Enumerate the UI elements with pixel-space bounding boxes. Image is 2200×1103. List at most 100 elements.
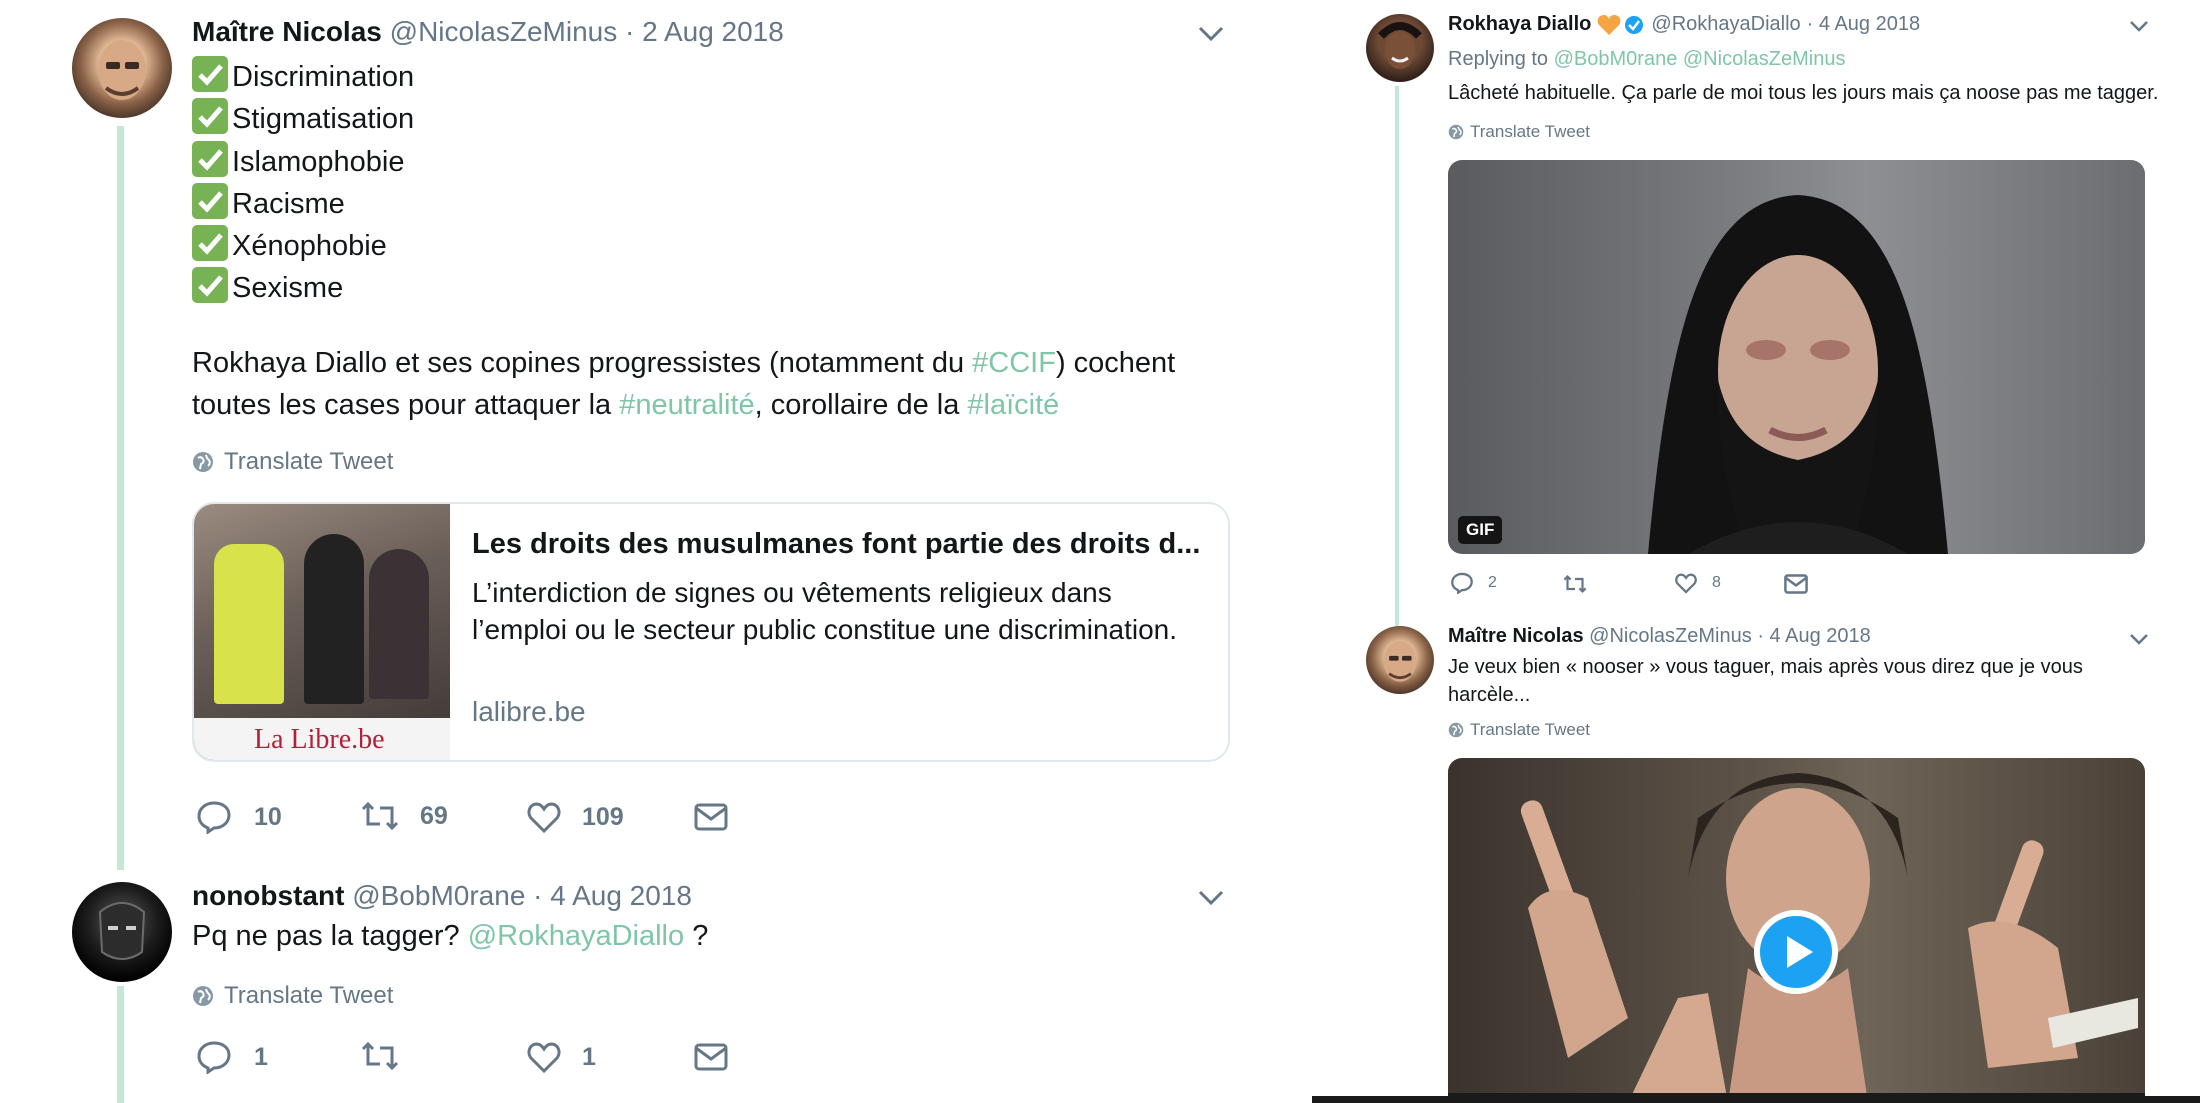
avatar-face-icon bbox=[1378, 22, 1422, 69]
thread-line bbox=[117, 986, 124, 1103]
translate-tweet-link[interactable]: Translate Tweet bbox=[192, 448, 393, 476]
checklist-item: Racisme bbox=[192, 182, 414, 225]
right-thread-panel: Rokhaya Diallo @RokhayaDiallo · 4 Aug 20… bbox=[1312, 0, 2200, 1103]
play-icon bbox=[1787, 936, 1813, 968]
like-button[interactable]: 1 bbox=[526, 1040, 596, 1074]
hashtag-link[interactable]: #laïcité bbox=[967, 389, 1059, 421]
checklist: Discrimination Stigmatisation Islamophob… bbox=[192, 56, 414, 310]
checkmark-icon bbox=[192, 56, 228, 92]
like-button[interactable]: 8 bbox=[1674, 572, 1721, 594]
message-button[interactable] bbox=[694, 1043, 728, 1071]
avatar[interactable] bbox=[72, 18, 172, 118]
card-domain: lalibre.be bbox=[472, 696, 586, 727]
tweet-body: Rokhaya Diallo et ses copines progressis… bbox=[192, 347, 1176, 421]
card-thumbnail: La Libre.be bbox=[194, 504, 450, 760]
retweet-icon bbox=[361, 801, 399, 831]
tweet-body: Lâcheté habituelle. Ça parle de moi tous… bbox=[1448, 82, 2159, 104]
checkmark-icon bbox=[192, 225, 228, 262]
retweet-icon bbox=[361, 1041, 399, 1071]
video-media[interactable] bbox=[1448, 758, 2145, 1103]
tweet-date[interactable]: · 4 Aug 2018 bbox=[1757, 625, 1870, 647]
checkmark-icon bbox=[192, 182, 228, 219]
left-thread-panel: Maître Nicolas @NicolasZeMinus · 2 Aug 2… bbox=[0, 0, 1310, 1103]
chevron-down-icon[interactable] bbox=[2129, 19, 2149, 33]
card-title: Les droits des musulmanes font partie de… bbox=[472, 528, 1201, 560]
like-icon bbox=[1675, 573, 1697, 594]
checkmark-icon bbox=[192, 98, 228, 135]
globe-icon bbox=[1448, 124, 1464, 140]
globe-icon bbox=[1448, 722, 1464, 738]
reply-button[interactable]: 2 bbox=[1450, 572, 1497, 594]
gif-image bbox=[1648, 195, 1948, 554]
avatar-face-icon bbox=[98, 40, 146, 100]
replying-to: Replying to @BobM0rane @NicolasZeMinus bbox=[1448, 48, 1846, 70]
author-name[interactable]: nonobstant bbox=[192, 880, 344, 911]
avatar-face-icon bbox=[98, 902, 146, 960]
avatar-face-icon bbox=[1383, 640, 1417, 682]
checklist-item: Islamophobie bbox=[192, 140, 414, 183]
reply-button[interactable]: 10 bbox=[196, 800, 282, 834]
checklist-item: Stigmatisation bbox=[192, 98, 414, 140]
la-libre-logo: La Libre.be bbox=[254, 724, 385, 755]
tweet-header: nonobstant @BobM0rane · 4 Aug 2018 bbox=[192, 880, 692, 912]
verified-icon bbox=[1625, 15, 1644, 34]
avatar[interactable] bbox=[1366, 14, 1434, 82]
message-icon bbox=[694, 803, 728, 831]
retweet-button[interactable] bbox=[1562, 574, 1588, 594]
author-name[interactable]: Maître Nicolas bbox=[192, 16, 382, 47]
message-button[interactable] bbox=[694, 803, 728, 831]
chevron-down-icon[interactable] bbox=[2129, 632, 2149, 646]
author-handle[interactable]: @NicolasZeMinus bbox=[1589, 625, 1752, 647]
gif-media[interactable]: GIF bbox=[1448, 160, 2145, 554]
message-icon bbox=[1784, 574, 1808, 594]
thread-line bbox=[117, 126, 124, 870]
tweet-date[interactable]: · 4 Aug 2018 bbox=[1807, 13, 1920, 36]
tweet-date[interactable]: · 2 Aug 2018 bbox=[625, 16, 784, 47]
tweet-header: Rokhaya Diallo @RokhayaDiallo · 4 Aug 20… bbox=[1448, 13, 1920, 36]
chevron-down-icon[interactable] bbox=[1197, 24, 1225, 44]
author-name[interactable]: Maître Nicolas bbox=[1448, 625, 1584, 647]
checkmark-icon bbox=[192, 267, 228, 304]
tweet-body: Je veux bien « nooser » vous taguer, mai… bbox=[1448, 656, 2083, 706]
like-icon bbox=[527, 1042, 561, 1074]
reply-icon bbox=[197, 1041, 231, 1074]
mention-link[interactable]: @BobM0rane @NicolasZeMinus bbox=[1554, 48, 1846, 70]
reply-button[interactable]: 1 bbox=[196, 1040, 268, 1074]
link-preview-card[interactable]: La Libre.be Les droits des musulmanes fo… bbox=[192, 502, 1230, 762]
like-button[interactable]: 109 bbox=[526, 800, 624, 834]
author-handle[interactable]: @BobM0rane bbox=[352, 880, 525, 911]
mention-link[interactable]: @RokhayaDiallo bbox=[468, 920, 684, 952]
tweet-header: Maître Nicolas @NicolasZeMinus · 4 Aug 2… bbox=[1448, 625, 1871, 648]
card-description: L’interdiction de signes ou vêtements re… bbox=[472, 577, 1178, 645]
reply-icon bbox=[1451, 572, 1473, 594]
retweet-button[interactable]: 69 bbox=[360, 800, 448, 832]
tweet-body: Pq ne pas la tagger? @RokhayaDiallo ? bbox=[192, 920, 709, 952]
thread-line bbox=[1395, 86, 1399, 626]
message-button[interactable] bbox=[1784, 574, 1808, 594]
heart-emoji-icon bbox=[1598, 14, 1621, 35]
avatar[interactable] bbox=[72, 882, 172, 982]
reply-icon bbox=[197, 801, 231, 834]
tweet-date[interactable]: · 4 Aug 2018 bbox=[533, 880, 692, 911]
hashtag-link[interactable]: #CCIF bbox=[972, 347, 1056, 379]
chevron-down-icon[interactable] bbox=[1197, 888, 1225, 908]
play-button[interactable] bbox=[1754, 910, 1838, 994]
retweet-icon bbox=[1563, 574, 1587, 594]
author-name[interactable]: Rokhaya Diallo bbox=[1448, 13, 1591, 36]
checkmark-icon bbox=[192, 140, 228, 177]
translate-tweet-link[interactable]: Translate Tweet bbox=[1448, 720, 1590, 740]
globe-icon bbox=[193, 452, 213, 472]
author-handle[interactable]: @NicolasZeMinus bbox=[390, 16, 618, 47]
translate-tweet-link[interactable]: Translate Tweet bbox=[1448, 122, 1590, 142]
tweet-header: Maître Nicolas @NicolasZeMinus · 2 Aug 2… bbox=[192, 16, 784, 48]
avatar[interactable] bbox=[1366, 626, 1434, 694]
checklist-item: Sexisme bbox=[192, 267, 414, 309]
gif-badge: GIF bbox=[1458, 516, 1503, 544]
message-icon bbox=[694, 1043, 728, 1071]
retweet-button[interactable] bbox=[360, 1040, 420, 1072]
author-handle[interactable]: @RokhayaDiallo bbox=[1651, 13, 1800, 36]
checklist-item: Discrimination bbox=[192, 56, 414, 98]
hashtag-link[interactable]: #neutralité bbox=[619, 389, 754, 421]
checklist-item: Xénophobie bbox=[192, 225, 414, 267]
translate-tweet-link[interactable]: Translate Tweet bbox=[192, 982, 393, 1010]
